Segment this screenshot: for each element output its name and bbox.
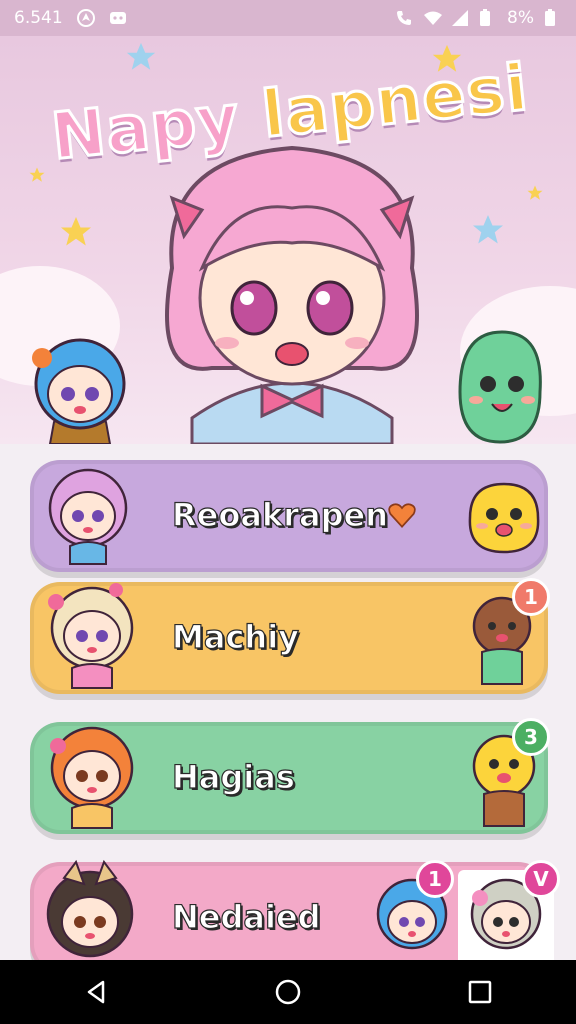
status-time: 6.541 <box>14 8 63 28</box>
star-icon <box>126 42 156 70</box>
home-button[interactable] <box>268 972 308 1012</box>
dark-hair-character-avatar <box>46 859 134 958</box>
home-icon <box>275 979 301 1005</box>
navigation-icon <box>76 9 95 27</box>
yellow-chick-avatar <box>468 482 540 554</box>
back-button[interactable] <box>76 972 116 1012</box>
system-navigation-bar <box>0 960 576 1024</box>
list-item-label: Machiy <box>171 617 300 656</box>
battery-icon <box>479 9 497 27</box>
notification-badge-count: 1 <box>524 585 538 609</box>
list-item[interactable]: Machiy 1 <box>30 578 550 694</box>
list-item-label: Nedaied <box>171 897 321 936</box>
wifi-icon <box>423 9 443 27</box>
notification-badge: 3 <box>512 718 550 756</box>
green-creature-illustration <box>458 330 542 444</box>
list-item-label: Reoakrapen <box>171 495 416 535</box>
list-item[interactable]: Hagias 3 <box>30 718 550 834</box>
battery-level: 8% <box>507 8 534 28</box>
notification-badge-count: 3 <box>524 725 538 749</box>
star-icon <box>61 217 91 246</box>
notification-badge: 1 <box>512 578 550 616</box>
notification-icon <box>109 9 127 27</box>
orange-hair-character-avatar <box>50 726 134 829</box>
mascot-girl-illustration <box>165 145 419 444</box>
heart-icon <box>388 503 416 528</box>
hero-banner: Napy lapnesi <box>0 36 576 444</box>
list-item[interactable]: Reoakrapen <box>30 460 548 572</box>
star-icon <box>527 185 543 200</box>
star-icon <box>473 215 503 244</box>
star-icon <box>29 167 45 182</box>
recents-icon <box>468 980 492 1004</box>
back-icon <box>87 980 105 1004</box>
blue-hair-character-illustration <box>32 338 126 444</box>
blonde-character-avatar <box>48 583 134 689</box>
signal-icon <box>451 9 469 27</box>
notification-badge-label: V <box>533 867 549 891</box>
list-item-label: Hagias <box>171 757 295 796</box>
list-item[interactable]: Nedaied 1 V <box>30 859 560 974</box>
notification-badge-count: 1 <box>428 867 442 891</box>
phone-icon <box>395 9 413 27</box>
status-bar: 6.541 8% <box>0 0 576 36</box>
battery-icon <box>544 9 562 27</box>
notification-badge: V <box>522 860 560 898</box>
pink-hair-character-avatar <box>48 468 128 565</box>
list-item-label-text: Reoakrapen <box>171 495 388 534</box>
notification-badge: 1 <box>416 860 454 898</box>
recents-button[interactable] <box>460 972 500 1012</box>
